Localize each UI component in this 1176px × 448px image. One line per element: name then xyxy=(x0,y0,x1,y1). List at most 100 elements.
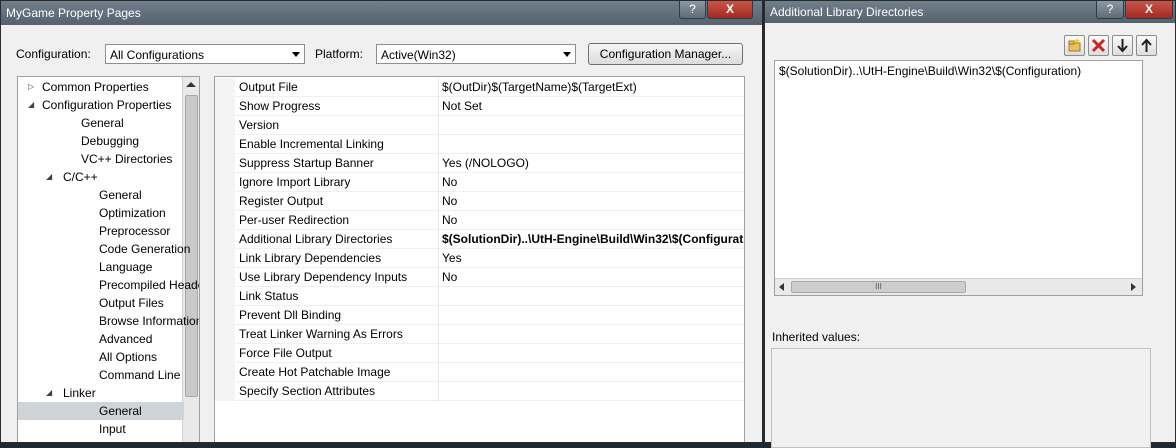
tree-item-label: Browse Information xyxy=(99,314,200,328)
tree-item[interactable]: Input xyxy=(18,420,184,438)
property-row[interactable]: Suppress Startup Banner Yes (/NOLOGO) xyxy=(215,154,744,173)
property-pages-window: MyGame Property Pages ? X Configuration:… xyxy=(0,0,763,443)
tree-item[interactable]: ◢ Linker xyxy=(18,384,184,402)
tree-item[interactable]: All Options xyxy=(18,348,184,366)
expand-arrow-icon[interactable]: ▷ xyxy=(28,78,34,96)
tree-item[interactable]: Code Generation xyxy=(18,240,190,258)
chevron-down-icon xyxy=(292,52,300,57)
scroll-left-icon[interactable] xyxy=(779,283,784,291)
column-divider xyxy=(438,211,439,230)
tree-scrollbar[interactable] xyxy=(182,77,199,442)
property-tree: ▷ Common Properties ◢ Configuration Propert… xyxy=(17,76,200,442)
column-divider xyxy=(438,154,439,173)
tree-item[interactable]: Output Files xyxy=(18,294,184,312)
platform-dropdown[interactable]: Active(Win32) xyxy=(376,44,576,64)
move-up-button[interactable] xyxy=(1136,35,1157,56)
property-name: Additional Library Directories xyxy=(239,232,393,246)
row-gutter xyxy=(215,135,235,154)
configuration-dropdown[interactable]: All Configurations xyxy=(105,44,305,64)
property-row[interactable]: Register Output No xyxy=(215,192,744,211)
tree-item[interactable]: Browse Information xyxy=(18,312,199,330)
tree-item[interactable]: Command Line xyxy=(18,366,184,384)
column-divider xyxy=(438,78,439,97)
tree-item[interactable]: General xyxy=(18,402,184,420)
configuration-value: All Configurations xyxy=(110,48,205,62)
horizontal-scrollbar[interactable]: III xyxy=(775,278,1142,295)
tree-item[interactable]: Manifest File xyxy=(18,438,184,442)
tree-item[interactable]: Optimization xyxy=(18,204,184,222)
close-button[interactable]: X xyxy=(707,1,753,19)
column-divider xyxy=(438,249,439,268)
close-button[interactable]: X xyxy=(1125,1,1173,19)
new-line-button[interactable] xyxy=(1064,35,1085,56)
row-gutter xyxy=(215,287,235,306)
property-row[interactable]: Treat Linker Warning As Errors xyxy=(215,325,744,344)
collapse-arrow-icon[interactable]: ◢ xyxy=(28,96,34,114)
property-value[interactable]: Yes xyxy=(442,251,462,265)
move-down-button[interactable] xyxy=(1112,35,1133,56)
help-button[interactable]: ? xyxy=(679,1,706,19)
property-value[interactable]: Not Set xyxy=(442,99,482,113)
inherited-values-box xyxy=(771,348,1151,448)
property-row[interactable]: Force File Output xyxy=(215,344,744,363)
collapse-arrow-icon[interactable]: ◢ xyxy=(46,384,52,402)
scroll-right-icon[interactable] xyxy=(1131,283,1136,291)
property-row[interactable]: Additional Library Directories $(Solution… xyxy=(215,230,744,249)
tree-item[interactable]: Precompiled Heade xyxy=(18,276,199,294)
tree-item[interactable]: Advanced xyxy=(18,330,184,348)
property-row[interactable]: Output File $(OutDir)$(TargetName)$(Targe… xyxy=(215,78,744,97)
row-gutter xyxy=(215,325,235,344)
property-name: Use Library Dependency Inputs xyxy=(239,270,408,284)
tree-item[interactable]: Preprocessor xyxy=(18,222,184,240)
column-divider xyxy=(438,287,439,306)
property-value[interactable]: Yes (/NOLOGO) xyxy=(442,156,529,170)
scroll-up-icon[interactable] xyxy=(186,82,196,87)
directories-editor[interactable]: $(SolutionDir)..\UtH-Engine\Build\Win32\… xyxy=(774,60,1143,296)
tree-item[interactable]: Language xyxy=(18,258,184,276)
row-gutter xyxy=(215,97,235,116)
tree-item[interactable]: VC++ Directories xyxy=(18,150,184,168)
property-value[interactable]: $(OutDir)$(TargetName)$(TargetExt) xyxy=(442,80,637,94)
column-divider xyxy=(438,97,439,116)
collapse-arrow-icon[interactable]: ◢ xyxy=(46,168,52,186)
property-row[interactable]: Enable Incremental Linking xyxy=(215,135,744,154)
property-name: Show Progress xyxy=(239,99,321,113)
tree-item[interactable]: General xyxy=(18,114,184,132)
tree-item[interactable]: ▷ Common Properties xyxy=(18,78,184,96)
property-value[interactable]: No xyxy=(442,194,457,208)
row-gutter xyxy=(215,249,235,268)
configuration-manager-button[interactable]: Configuration Manager... xyxy=(588,43,743,65)
directory-entry[interactable]: $(SolutionDir)..\UtH-Engine\Build\Win32\… xyxy=(779,64,1081,78)
row-gutter xyxy=(215,306,235,325)
property-row[interactable]: Show Progress Not Set xyxy=(215,97,744,116)
property-row[interactable]: Per-user Redirection No xyxy=(215,211,744,230)
tree-item-label: Configuration Properties xyxy=(42,98,172,112)
tree-item-label: Input xyxy=(99,422,126,436)
row-gutter xyxy=(215,154,235,173)
property-row[interactable]: Create Hot Patchable Image xyxy=(215,363,744,382)
tree-item-label: VC++ Directories xyxy=(81,152,173,166)
tree-item[interactable]: General xyxy=(18,186,184,204)
property-name: Specify Section Attributes xyxy=(239,384,376,398)
property-row[interactable]: Link Library Dependencies Yes xyxy=(215,249,744,268)
column-divider xyxy=(438,363,439,382)
property-value[interactable]: $(SolutionDir)..\UtH-Engine\Build\Win32\… xyxy=(442,232,744,246)
row-gutter xyxy=(215,363,235,382)
property-row[interactable]: Version xyxy=(215,116,744,135)
tree-item-label: Preprocessor xyxy=(99,224,171,238)
property-value[interactable]: No xyxy=(442,213,457,227)
property-row[interactable]: Prevent Dll Binding xyxy=(215,306,744,325)
property-row[interactable]: Specify Section Attributes xyxy=(215,382,744,401)
property-row[interactable]: Use Library Dependency Inputs No xyxy=(215,268,744,287)
delete-line-button[interactable] xyxy=(1088,35,1109,56)
tree-item[interactable]: ◢ C/C++ xyxy=(18,168,184,186)
scroll-thumb[interactable]: III xyxy=(791,281,966,293)
property-value[interactable]: No xyxy=(442,175,457,189)
tree-item[interactable]: Debugging xyxy=(18,132,184,150)
property-row[interactable]: Ignore Import Library No xyxy=(215,173,744,192)
property-name: Enable Incremental Linking xyxy=(239,137,384,151)
property-value[interactable]: No xyxy=(442,270,457,284)
help-button[interactable]: ? xyxy=(1096,1,1124,19)
tree-item[interactable]: ◢ Configuration Properties xyxy=(18,96,184,114)
property-row[interactable]: Link Status xyxy=(215,287,744,306)
